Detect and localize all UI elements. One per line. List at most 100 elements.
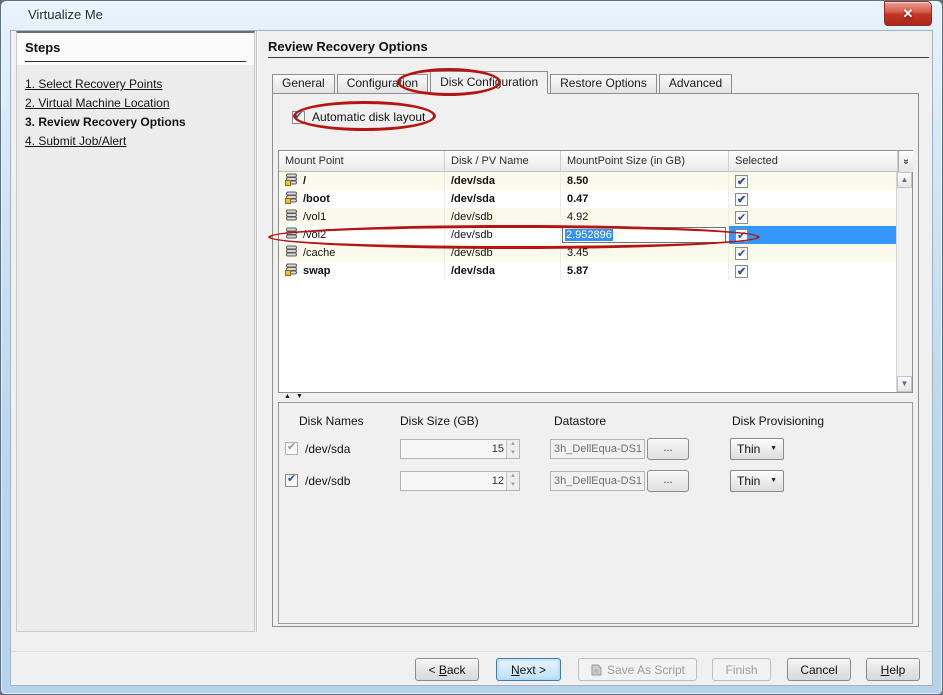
table-row-vol2[interactable]: /vol2/dev/sdb2.952896✔ — [279, 226, 898, 244]
disk-row-dev-sdb: ✔/dev/sdb12▲▼3h_DellEqua-DS1...Thin▼ — [279, 469, 912, 493]
mountpoint-size: 5.87 — [567, 265, 588, 277]
back-button[interactable]: < Back — [415, 658, 479, 681]
disk-provisioning-dropdown[interactable]: Thin▼ — [730, 470, 784, 492]
check-icon: ✔ — [737, 209, 746, 227]
selected-checkbox[interactable]: ✔ — [735, 265, 748, 278]
check-icon: ✔ — [737, 245, 746, 263]
selected-checkbox[interactable]: ✔ — [735, 175, 748, 188]
disk-icon — [285, 209, 299, 222]
datastore-browse-button[interactable]: ... — [647, 470, 689, 492]
disk-pv-name: /dev/sda — [445, 262, 561, 280]
table-row-[interactable]: / /dev/sda 8.50 ✔ — [279, 172, 898, 190]
disk-row-dev-sda: ✔ /dev/sda 15▲▼ 3h_DellEqua-DS1... Thin ▼ — [279, 437, 912, 461]
disk-panel-header-disk-names: Disk Names — [299, 414, 364, 428]
mountpoint-size: 8.50 — [567, 175, 588, 187]
sidebar-item-step-4[interactable]: 4. Submit Job/Alert — [25, 134, 126, 148]
mount-point-label: / — [303, 175, 306, 187]
check-icon: ✔ — [737, 227, 746, 245]
disk-panel-header-datastore: Datastore — [554, 414, 606, 428]
save-as-script-button: Save As Script — [578, 658, 697, 681]
column-header-mount-point: Mount Point — [279, 151, 445, 172]
splitter-up-icon: ▲ — [284, 393, 291, 400]
sidebar-item-step-1[interactable]: 1. Select Recovery Points — [25, 77, 162, 91]
table-row-vol1[interactable]: /vol1/dev/sdb4.92✔ — [279, 208, 898, 226]
disk-size-spinner: 15▲▼ — [400, 439, 520, 459]
steps-sidebar: Steps 1. Select Recovery Points 2. Virtua… — [16, 31, 255, 632]
tab-restore-options[interactable]: Restore Options — [550, 74, 657, 93]
table-scrollbar[interactable]: ▲ ▼ — [896, 172, 912, 392]
disk-icon — [285, 245, 299, 258]
selected-checkbox[interactable]: ✔ — [735, 193, 748, 206]
disk-pv-name: /dev/sdb — [445, 226, 561, 244]
panel-splitter[interactable]: ▲ ▼ — [278, 395, 913, 402]
disk-provisioning-panel: Disk NamesDisk Size (GB)DatastoreDisk Pr… — [278, 402, 913, 624]
mount-point-table: Mount PointDisk / PV NameMountPoint Size… — [278, 150, 913, 393]
selected-checkbox[interactable]: ✔ — [735, 229, 748, 242]
help-button[interactable]: Help — [866, 658, 920, 681]
mount-point-label: /cache — [303, 247, 335, 259]
automatic-disk-layout-label: Automatic disk layout — [312, 110, 425, 124]
disk-provisioning-value: Thin — [737, 442, 760, 456]
scroll-down-button[interactable]: ▼ — [897, 376, 912, 392]
spinner-down-icon: ▼ — [507, 481, 519, 490]
mountpoint-size: 3.45 — [567, 247, 588, 259]
mount-point-label: /vol1 — [303, 211, 326, 223]
mount-table-body: //dev/sda8.50✔/boot/dev/sda0.47✔/vol1/de… — [279, 172, 896, 392]
disk-pv-name: /dev/sda — [445, 172, 561, 190]
dialog-client-area: Steps 1. Select Recovery Points 2. Virtua… — [10, 30, 933, 686]
mount-point-label: /boot — [303, 193, 330, 205]
automatic-disk-layout-checkbox[interactable]: ✔ — [292, 111, 305, 124]
window-title: Virtualize Me — [28, 7, 103, 22]
sidebar-item-step-2[interactable]: 2. Virtual Machine Location — [25, 96, 170, 110]
check-icon: ✔ — [287, 440, 296, 453]
steps-divider — [25, 61, 246, 62]
selected-checkbox[interactable]: ✔ — [735, 247, 748, 260]
disk-icon — [285, 263, 299, 276]
check-icon: ✔ — [294, 109, 303, 122]
tab-advanced[interactable]: Advanced — [659, 74, 732, 93]
disk-checkbox[interactable]: ✔ — [285, 474, 298, 487]
datastore-browse-button[interactable]: ... — [647, 438, 689, 460]
spinner-up-icon: ▲ — [507, 472, 519, 481]
disk-pv-name: /dev/sdb — [445, 208, 561, 226]
column-chooser-button[interactable]: » — [898, 151, 913, 172]
check-icon: ✔ — [737, 263, 746, 281]
selected-text: 2.952896 — [565, 229, 613, 241]
column-header-disk-pv-name: Disk / PV Name — [445, 151, 561, 172]
disk-name-label: /dev/sdb — [305, 474, 350, 488]
disk-pv-name: /dev/sdb — [445, 244, 561, 262]
close-button[interactable]: ✕ — [884, 1, 932, 26]
check-icon: ✔ — [737, 173, 746, 191]
table-row-boot[interactable]: /boot/dev/sda0.47✔ — [279, 190, 898, 208]
finish-button: Finish — [712, 658, 771, 681]
table-row-swap[interactable]: swap/dev/sda5.87✔ — [279, 262, 898, 280]
title-bar: Virtualize Me ✕ — [0, 0, 943, 30]
disk-icon — [285, 173, 299, 186]
tab-configuration[interactable]: Configuration — [337, 74, 428, 93]
page-title: Review Recovery Options — [268, 39, 428, 54]
sidebar-item-step-3: 3. Review Recovery Options — [25, 115, 186, 129]
selected-checkbox[interactable]: ✔ — [735, 211, 748, 224]
disk-name-label: /dev/sda — [305, 442, 350, 456]
splitter-down-icon: ▼ — [296, 393, 303, 400]
disk-checkbox: ✔ — [285, 442, 298, 455]
table-row-cache[interactable]: /cache/dev/sdb 3.45 ✔ — [279, 244, 898, 262]
mountpoint-size-input[interactable]: 2.952896 — [562, 227, 726, 243]
tab-disk-configuration[interactable]: Disk Configuration — [430, 71, 548, 94]
next-button[interactable]: Next > — [496, 658, 561, 681]
scroll-up-button[interactable]: ▲ — [897, 172, 912, 188]
page-title-divider — [268, 57, 929, 58]
script-icon — [590, 664, 603, 676]
disk-size-value: 12 — [492, 472, 504, 490]
disk-provisioning-dropdown[interactable]: Thin ▼ — [730, 438, 784, 460]
cancel-button[interactable]: Cancel — [787, 658, 851, 681]
disk-icon — [285, 227, 299, 240]
footer-divider — [11, 651, 932, 652]
tab-general[interactable]: General — [272, 74, 335, 93]
spinner-down-icon: ▼ — [507, 449, 519, 458]
check-icon: ✔ — [737, 191, 746, 209]
steps-header: Steps — [17, 33, 254, 65]
datastore-field: 3h_DellEqua-DS1 — [550, 439, 645, 459]
disk-icon — [285, 191, 299, 204]
dropdown-arrow-icon: ▼ — [770, 445, 777, 452]
